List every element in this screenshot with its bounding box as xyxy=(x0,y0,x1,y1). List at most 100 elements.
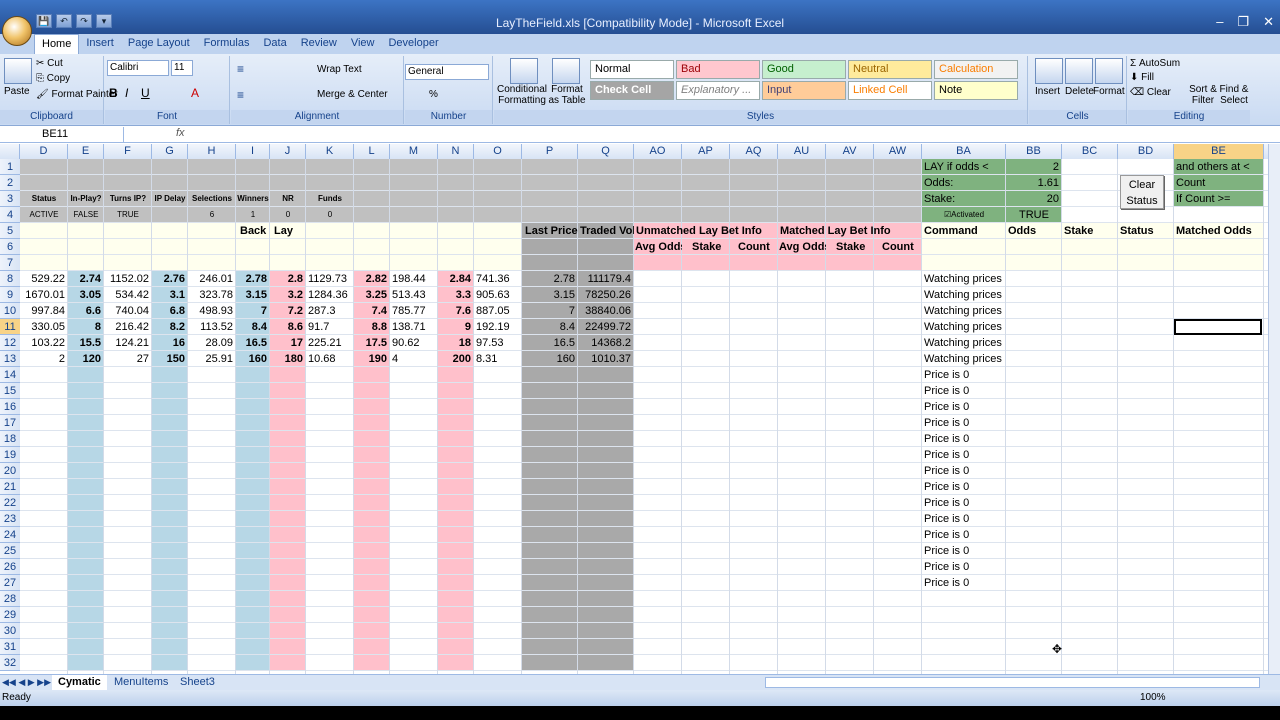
row-header[interactable]: 17 xyxy=(0,415,20,431)
column-header[interactable]: P xyxy=(522,144,578,159)
tab-home[interactable]: Home xyxy=(34,34,80,54)
sheet-tab[interactable]: MenuItems xyxy=(108,675,174,690)
row-header[interactable]: 32 xyxy=(0,655,20,671)
font-name-box[interactable]: Calibri xyxy=(107,60,169,76)
style-cell[interactable]: Calculation xyxy=(934,60,1018,79)
column-header[interactable]: E xyxy=(68,144,104,159)
row-header[interactable]: 11 xyxy=(0,319,20,335)
name-box[interactable]: BE11 xyxy=(0,127,124,142)
format-table-icon[interactable] xyxy=(552,58,580,84)
style-cell[interactable]: Input xyxy=(762,81,846,100)
minimize-icon[interactable]: – xyxy=(1216,14,1223,30)
insert-button[interactable]: Insert xyxy=(1035,86,1060,97)
horizontal-scrollbar[interactable] xyxy=(765,677,1260,688)
column-header[interactable]: Q xyxy=(578,144,634,159)
column-header[interactable]: L xyxy=(354,144,390,159)
sheet-nav-icon[interactable]: ◀◀ ◀ ▶ ▶▶ xyxy=(2,675,51,690)
wrap-text-button[interactable]: Wrap Text xyxy=(317,64,362,75)
fill-button[interactable]: ⬇ Fill xyxy=(1130,72,1154,83)
align-top-icon[interactable]: ≡ xyxy=(237,62,244,76)
bold-button[interactable]: B xyxy=(109,86,118,100)
style-cell[interactable]: Good xyxy=(762,60,846,79)
column-header[interactable]: AW xyxy=(874,144,922,159)
row-header[interactable]: 22 xyxy=(0,495,20,511)
tab-page-layout[interactable]: Page Layout xyxy=(121,34,197,54)
merge-center-button[interactable]: Merge & Center xyxy=(317,89,388,100)
row-header[interactable]: 2 xyxy=(0,175,20,191)
style-cell[interactable]: Bad xyxy=(676,60,760,79)
row-header[interactable]: 10 xyxy=(0,303,20,319)
tab-review[interactable]: Review xyxy=(294,34,344,54)
clear-status-button[interactable]: Clear Status xyxy=(1120,175,1164,209)
column-header[interactable]: F xyxy=(104,144,152,159)
column-header[interactable]: I xyxy=(236,144,270,159)
font-color-icon[interactable]: A xyxy=(191,86,199,100)
column-header[interactable]: J xyxy=(270,144,306,159)
row-header[interactable]: 15 xyxy=(0,383,20,399)
select-all[interactable] xyxy=(0,144,20,159)
delete-button[interactable]: Delete xyxy=(1065,86,1094,97)
restore-icon[interactable]: ❐ xyxy=(1237,14,1249,30)
vertical-scrollbar[interactable] xyxy=(1268,144,1280,674)
row-header[interactable]: 5 xyxy=(0,223,20,239)
row-header[interactable]: 4 xyxy=(0,207,20,223)
row-header[interactable]: 25 xyxy=(0,543,20,559)
sheet-tab[interactable]: Sheet3 xyxy=(174,675,221,690)
column-header[interactable]: H xyxy=(188,144,236,159)
style-cell[interactable]: Normal xyxy=(590,60,674,79)
row-header[interactable]: 29 xyxy=(0,607,20,623)
row-header[interactable]: 12 xyxy=(0,335,20,351)
column-header[interactable]: AV xyxy=(826,144,874,159)
row-header[interactable]: 3 xyxy=(0,191,20,207)
style-cell[interactable]: Check Cell xyxy=(590,81,674,100)
row-header[interactable]: 16 xyxy=(0,399,20,415)
row-header[interactable]: 9 xyxy=(0,287,20,303)
row-header[interactable]: 28 xyxy=(0,591,20,607)
column-header[interactable]: AP xyxy=(682,144,730,159)
column-header[interactable]: M xyxy=(390,144,438,159)
selected-cell[interactable] xyxy=(1174,319,1262,335)
font-size-box[interactable]: 11 xyxy=(171,60,193,76)
italic-button[interactable]: I xyxy=(125,86,128,100)
row-header[interactable]: 26 xyxy=(0,559,20,575)
row-header[interactable]: 21 xyxy=(0,479,20,495)
column-header[interactable]: K xyxy=(306,144,354,159)
style-cell[interactable]: Neutral xyxy=(848,60,932,79)
column-header[interactable]: BD xyxy=(1118,144,1174,159)
row-header[interactable]: 14 xyxy=(0,367,20,383)
paste-icon[interactable] xyxy=(4,58,32,84)
row-header[interactable]: 30 xyxy=(0,623,20,639)
row-header[interactable]: 13 xyxy=(0,351,20,367)
column-header[interactable]: BE xyxy=(1174,144,1264,159)
column-header[interactable]: BB xyxy=(1006,144,1062,159)
row-header[interactable]: 19 xyxy=(0,447,20,463)
style-cell[interactable]: Linked Cell xyxy=(848,81,932,100)
zoom-level[interactable]: 100% xyxy=(1140,690,1166,706)
format-button[interactable]: Format xyxy=(1093,86,1125,97)
underline-button[interactable]: U xyxy=(141,86,150,100)
format-table-button[interactable]: Format as Table xyxy=(546,84,588,106)
worksheet-grid[interactable]: D E F G H I J K L M N O P Q AO AP AQ AU AV AW BA BB BC BD BE 1 2 3 4… xyxy=(0,144,1268,674)
column-header[interactable]: G xyxy=(152,144,188,159)
column-header[interactable]: O xyxy=(474,144,522,159)
row-header[interactable]: 23 xyxy=(0,511,20,527)
clear-button[interactable]: ⌫ Clear xyxy=(1130,87,1171,98)
column-header[interactable]: AU xyxy=(778,144,826,159)
row-header[interactable]: 7 xyxy=(0,255,20,271)
tab-formulas[interactable]: Formulas xyxy=(197,34,257,54)
column-header[interactable]: BA xyxy=(922,144,1006,159)
column-header[interactable]: AO xyxy=(634,144,682,159)
copy-button[interactable]: ⎘ Copy xyxy=(36,73,70,84)
activated-checkbox[interactable]: ☑Activated xyxy=(922,207,1006,223)
tab-view[interactable]: View xyxy=(344,34,382,54)
conditional-formatting-icon[interactable] xyxy=(510,58,538,84)
format-icon[interactable] xyxy=(1095,58,1123,84)
align-left-icon[interactable]: ≡ xyxy=(237,88,244,102)
tab-data[interactable]: Data xyxy=(256,34,293,54)
autosum-button[interactable]: Σ AutoSum xyxy=(1130,58,1180,69)
column-header[interactable]: D xyxy=(20,144,68,159)
delete-icon[interactable] xyxy=(1065,58,1093,84)
insert-icon[interactable] xyxy=(1035,58,1063,84)
find-select-button[interactable]: Find & Select xyxy=(1218,84,1250,106)
row-header[interactable]: 27 xyxy=(0,575,20,591)
